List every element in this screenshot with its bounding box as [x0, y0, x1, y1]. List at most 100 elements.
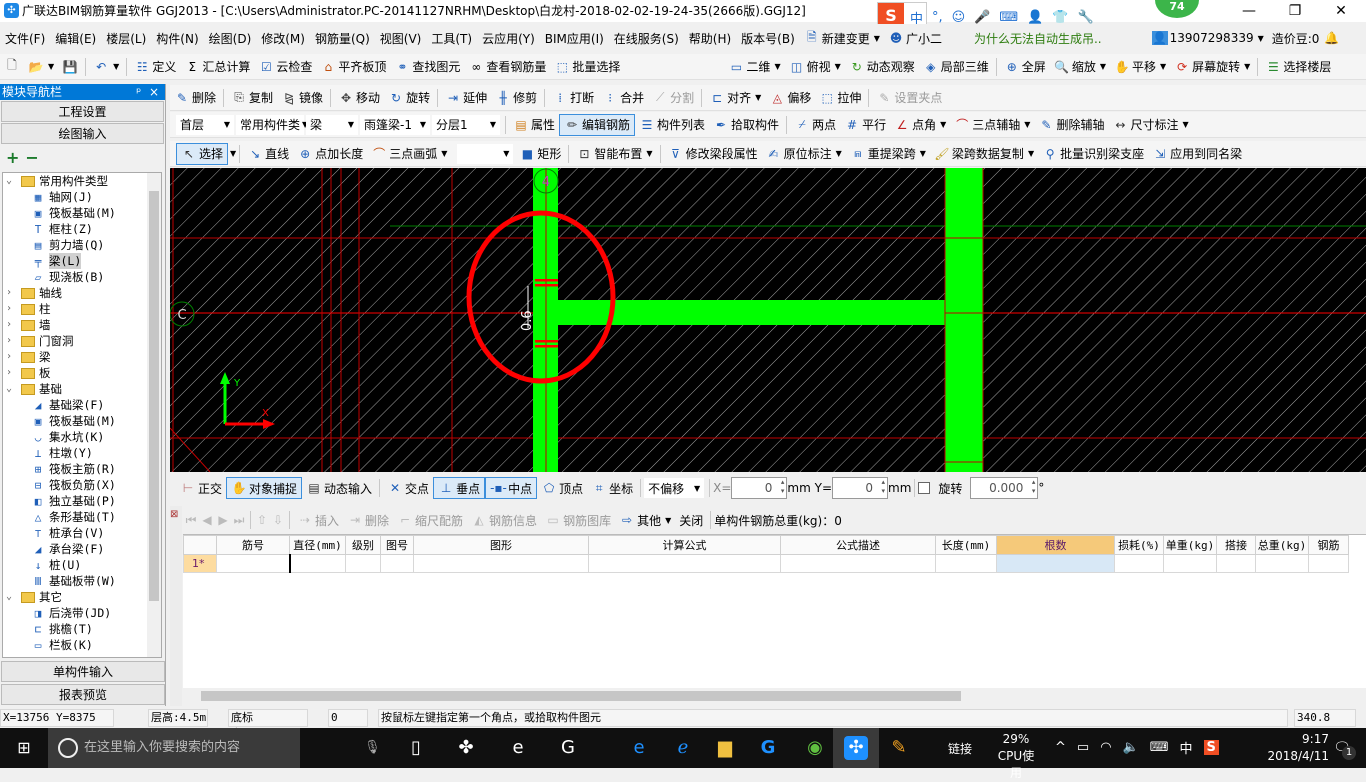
- floor-select[interactable]: 首层 ▼: [176, 114, 234, 135]
- pan-button[interactable]: ✋ 平移 ▼: [1110, 56, 1170, 78]
- set-grip-button[interactable]: ✎ 设置夹点: [872, 87, 946, 109]
- tree-item[interactable]: △ 条形基础(T): [3, 509, 161, 525]
- cell-bar-no[interactable]: [216, 554, 290, 573]
- menu-floor[interactable]: 楼层(L): [101, 30, 151, 47]
- tree-item[interactable]: ⌄ 其它: [3, 589, 161, 605]
- table-row[interactable]: 1*: [183, 554, 1349, 573]
- tree-item[interactable]: › 板: [3, 365, 161, 381]
- col-bar-no[interactable]: 筋号: [216, 535, 290, 555]
- taskbar-search[interactable]: 在这里输入你要搜索的内容 🎙: [48, 728, 381, 768]
- beam-horizontal[interactable]: [558, 300, 945, 325]
- stretch-button[interactable]: ⬚ 拉伸: [815, 87, 865, 109]
- tray-chevron-icon[interactable]: ^: [1055, 740, 1066, 755]
- swirl-app-icon[interactable]: G: [556, 736, 580, 760]
- find-element-button[interactable]: ⚭ 查找图元: [390, 56, 464, 78]
- col-lap[interactable]: 搭接: [1216, 535, 1256, 555]
- dimension-button[interactable]: ↔ 尺寸标注 ▼: [1108, 114, 1192, 136]
- tree-item[interactable]: ▣ 筏板基础(M): [3, 205, 161, 221]
- tree-item[interactable]: ⊞ 筏板主筋(R): [3, 461, 161, 477]
- batch-identify-support-button[interactable]: ⚲ 批量识别梁支座: [1038, 143, 1148, 165]
- chevron-right-icon[interactable]: ›: [3, 285, 15, 301]
- chevron-down-icon[interactable]: ⌄: [3, 589, 15, 605]
- three-point-arc-button[interactable]: ⌒ 三点画弧 ▼: [367, 143, 451, 165]
- parallel-axis-button[interactable]: # 平行: [840, 114, 890, 136]
- rebar-info-button[interactable]: ◭ 钢筋信息: [467, 509, 541, 531]
- mirror-button[interactable]: ⧎ 镜像: [277, 87, 327, 109]
- row-header[interactable]: 1*: [183, 554, 217, 573]
- ime-mode[interactable]: 中: [1180, 738, 1193, 757]
- menu-bim[interactable]: BIM应用(I): [540, 30, 609, 47]
- col-grade[interactable]: 级别: [345, 535, 381, 555]
- assistant-button[interactable]: ☻ 广小二: [884, 27, 946, 49]
- tree-item[interactable]: › 墙: [3, 317, 161, 333]
- tree-item[interactable]: ◢ 承台梁(F): [3, 541, 161, 557]
- ie-icon[interactable]: ℯ: [671, 736, 695, 760]
- view-rebar-qty-button[interactable]: ∞ 查看钢筋量: [464, 56, 550, 78]
- chevron-right-icon[interactable]: ›: [3, 333, 15, 349]
- close-button[interactable]: ✕: [1318, 0, 1364, 22]
- tree-item[interactable]: ▦ 轴网(J): [3, 189, 161, 205]
- menu-view[interactable]: 视图(V): [375, 30, 427, 47]
- cell-shape[interactable]: [413, 554, 589, 573]
- tree-item[interactable]: ▣ 筏板基础(M): [3, 413, 161, 429]
- menu-component[interactable]: 构件(N): [151, 30, 203, 47]
- tree-item[interactable]: › 柱: [3, 301, 161, 317]
- cell-rebar[interactable]: [1308, 554, 1349, 573]
- tree-item[interactable]: ◨ 后浇带(JD): [3, 605, 161, 621]
- select-button[interactable]: ↖ 选择: [176, 142, 229, 165]
- tree-item[interactable]: ⌄ 常用构件类型: [3, 173, 161, 189]
- undo-button[interactable]: ↶ ▼: [89, 56, 123, 78]
- layer-select[interactable]: 分层1 ▼: [432, 114, 500, 135]
- summary-calc-button[interactable]: Σ 汇总计算: [180, 56, 254, 78]
- rebar-library-button[interactable]: ▭ 钢筋图库: [541, 509, 615, 531]
- align-slab-top-button[interactable]: ⌂ 平齐板顶: [316, 56, 390, 78]
- last-record-icon[interactable]: ⏭: [231, 513, 247, 528]
- edge-icon[interactable]: e: [627, 736, 651, 760]
- apply-same-name-button[interactable]: ⇲ 应用到同名梁: [1148, 143, 1246, 165]
- glodon-g-icon[interactable]: G: [756, 736, 780, 760]
- point-length-button[interactable]: ⊕ 点加长度: [293, 143, 367, 165]
- y-input[interactable]: 0: [832, 477, 889, 499]
- rotate-button[interactable]: ↻ 旋转: [384, 87, 434, 109]
- break-button[interactable]: ⁞ 打断: [548, 87, 598, 109]
- perpendicular-snap-button[interactable]: ⊥ 垂点: [433, 477, 486, 499]
- cad-view[interactable]: 4 C 0.6 Y X: [169, 168, 1366, 473]
- mic-icon[interactable]: 🎙: [364, 728, 381, 768]
- panel-close-icon[interactable]: ×: [149, 85, 159, 99]
- horizontal-scrollbar[interactable]: [183, 688, 1366, 704]
- tree-item[interactable]: ⊏ 挑檐(T): [3, 621, 161, 637]
- next-record-icon[interactable]: ▶: [215, 513, 231, 527]
- link-label[interactable]: 链接: [948, 740, 972, 757]
- tree-item[interactable]: ▤ 剪力墙(Q): [3, 237, 161, 253]
- menu-online[interactable]: 在线服务(S): [609, 30, 684, 47]
- select-floor-button[interactable]: ☰ 选择楼层: [1261, 56, 1335, 78]
- trim-button[interactable]: ╫ 修剪: [491, 87, 541, 109]
- drawing-canvas[interactable]: 4 C 0.6 Y X: [169, 168, 1366, 473]
- arc-mode-select[interactable]: ▼: [457, 143, 514, 164]
- three-point-axis-button[interactable]: ⌒ 三点辅轴 ▼: [950, 114, 1034, 136]
- cell-shape-no[interactable]: [380, 554, 414, 573]
- tree-item[interactable]: ╤ 梁(L): [3, 253, 161, 269]
- span-data-copy-button[interactable]: 🖌 梁跨数据复制 ▼: [930, 143, 1038, 165]
- offset-mode-select[interactable]: 不偏移 ▼: [644, 478, 705, 498]
- chevron-right-icon[interactable]: ›: [3, 301, 15, 317]
- dynamic-input-button[interactable]: ▤ 动态输入: [302, 477, 376, 499]
- pin-icon[interactable]: ᵖ: [136, 85, 141, 99]
- col-shape-no[interactable]: 图号: [380, 535, 414, 555]
- cell-length[interactable]: [935, 554, 997, 573]
- split-button[interactable]: ⟋ 分割: [648, 87, 698, 109]
- col-diameter[interactable]: 直径(mm): [289, 535, 346, 555]
- local-3d-button[interactable]: ◈ 局部三维: [919, 56, 993, 78]
- menu-edit[interactable]: 编辑(E): [50, 30, 101, 47]
- col-shape[interactable]: 图形: [413, 535, 589, 555]
- cell-total-weight[interactable]: [1255, 554, 1309, 573]
- grid-panel-gripper[interactable]: ⊠: [170, 506, 182, 706]
- tree-item[interactable]: T 框柱(Z): [3, 221, 161, 237]
- single-input-button[interactable]: 单构件输入: [1, 661, 165, 682]
- modify-beam-segment-button[interactable]: ⊽ 修改梁段属性: [664, 143, 762, 165]
- tip-link[interactable]: 为什么无法自动生成吊..: [974, 30, 1102, 47]
- col-rebar[interactable]: 钢筋: [1308, 535, 1349, 555]
- cloud-check-button[interactable]: ☑ 云检查: [254, 56, 316, 78]
- keyboard-icon[interactable]: ⌨: [1150, 740, 1169, 755]
- wifi-icon[interactable]: ◠: [1100, 740, 1111, 755]
